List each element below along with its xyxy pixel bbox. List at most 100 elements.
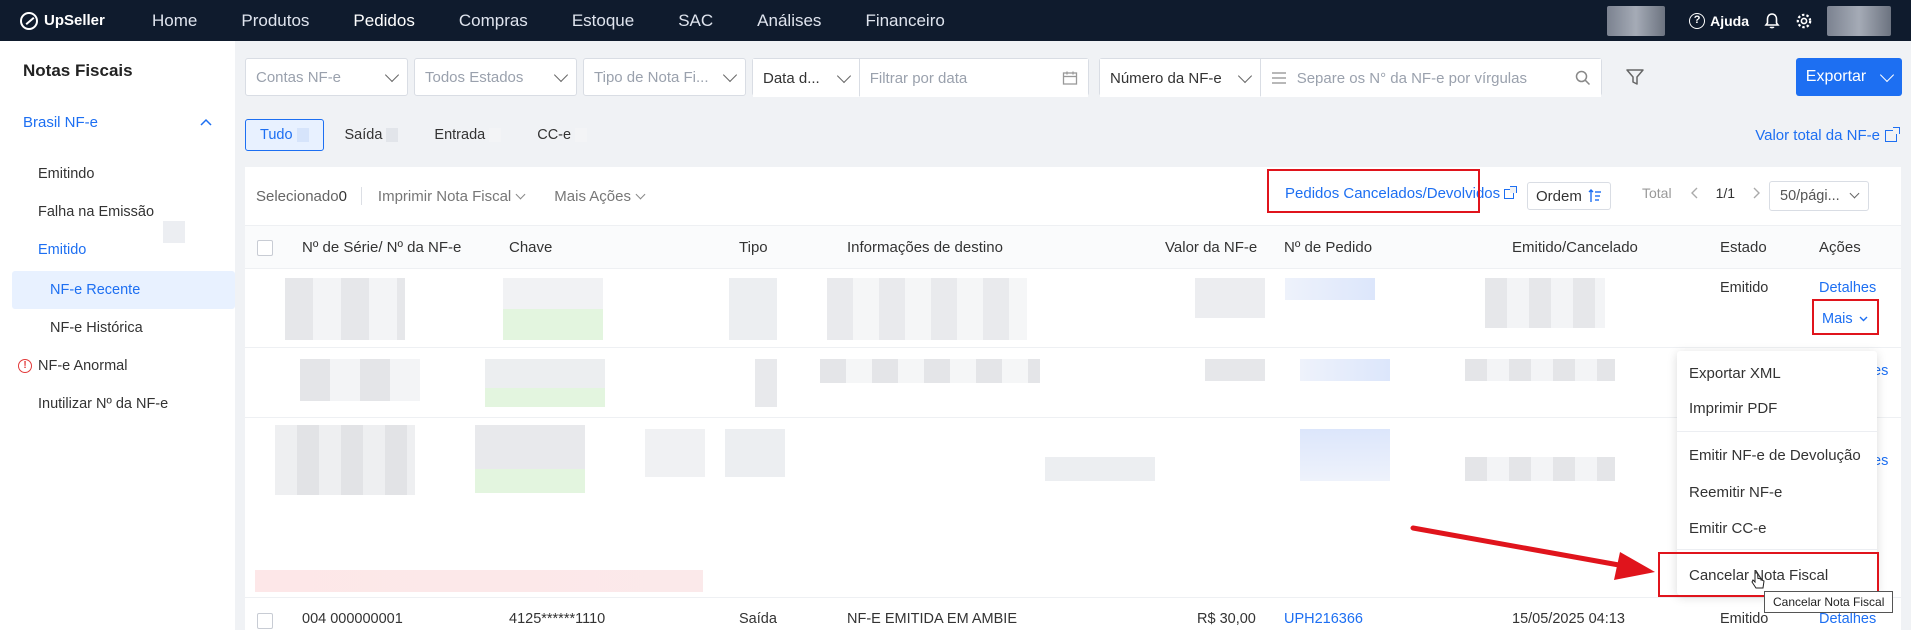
nav-sac[interactable]: SAC — [656, 0, 735, 41]
selected-count: 0 — [338, 187, 347, 205]
date-input[interactable]: Filtrar por data — [859, 59, 1088, 97]
blurred-link — [1300, 429, 1390, 481]
tipo-select[interactable]: Tipo de Nota Fi... — [583, 58, 746, 96]
number-type-select[interactable]: Número da NF-e — [1100, 59, 1260, 97]
blurred-cell — [729, 278, 777, 340]
estados-select[interactable]: Todos Estados — [414, 58, 577, 96]
nav-compras[interactable]: Compras — [437, 0, 550, 41]
blurred-cell — [725, 429, 785, 477]
external-link-icon — [1885, 126, 1900, 142]
highlight-box — [1267, 169, 1480, 213]
blurred-cell — [275, 425, 415, 495]
chevron-down-icon — [722, 67, 738, 82]
bell-icon[interactable] — [1763, 12, 1781, 30]
more-actions-label: Mais Ações — [554, 187, 631, 205]
nav-financeiro[interactable]: Financeiro — [843, 0, 966, 41]
blurred-cell — [645, 429, 705, 477]
sidebar-item-falha[interactable]: Falha na Emissão — [0, 193, 235, 231]
menu-item-reissue-nfe[interactable]: Reemitir NF-e — [1689, 484, 1782, 501]
chevron-up-icon — [200, 118, 212, 126]
row-estado: Emitido — [1720, 611, 1769, 627]
tab-saida[interactable]: Saída — [330, 119, 414, 151]
date-filter-group: Data d... Filtrar por data — [752, 58, 1089, 97]
blurred-cell — [1205, 359, 1265, 381]
total-value-link[interactable]: Valor total da NF-e — [1755, 126, 1900, 144]
col-emitido: Emitido/Cancelado — [1512, 239, 1638, 256]
chevron-down-icon — [515, 189, 526, 199]
sidebar-item-inutilizar[interactable]: Inutilizar Nº da NF-e — [0, 385, 235, 423]
chevron-right-icon[interactable] — [1753, 187, 1761, 199]
chevron-down-icon — [836, 68, 851, 83]
tipo-select-value: Tipo de Nota Fi... — [594, 68, 709, 86]
menu-divider — [1677, 549, 1877, 550]
tooltip: Cancelar Nota Fiscal — [1764, 591, 1894, 613]
blurred-count — [489, 128, 502, 142]
blurred-count — [296, 128, 309, 142]
nav-analises[interactable]: Análises — [735, 0, 843, 41]
blurred-cell — [503, 278, 603, 340]
sidebar-item-emitindo[interactable]: Emitindo — [0, 155, 235, 193]
row-tipo: Saída — [739, 611, 777, 627]
blurred-cell — [1045, 457, 1155, 481]
chevron-down-icon — [1880, 67, 1895, 82]
blurred-count — [575, 128, 588, 142]
sidebar-item-emitido[interactable]: Emitido — [0, 231, 235, 269]
nav-produtos[interactable]: Produtos — [219, 0, 331, 41]
tab-cce[interactable]: CC-e — [522, 119, 602, 151]
nav-estoque[interactable]: Estoque — [550, 0, 656, 41]
gear-icon[interactable] — [1795, 12, 1813, 30]
total-label: Total — [1642, 185, 1672, 201]
per-page-select[interactable]: 50/pági... — [1769, 181, 1869, 211]
sidebar-item-nfe-historica[interactable]: NF-e Histórica — [0, 309, 235, 347]
help-button[interactable]: ? Ajuda — [1689, 12, 1749, 29]
row1-details-link[interactable]: Detalhes — [1819, 280, 1876, 296]
top-navbar: UpSeller Home Produtos Pedidos Compras E… — [0, 0, 1911, 41]
contas-select-value: Contas NF-e — [256, 68, 342, 86]
sidebar-group-brasil-nfe[interactable]: Brasil NF-e — [0, 103, 235, 141]
main-nav: Home Produtos Pedidos Compras Estoque SA… — [130, 0, 967, 41]
row-pedido-link[interactable]: UPH216366 — [1284, 611, 1363, 627]
menu-item-emit-return-nfe[interactable]: Emitir NF-e de Devolução — [1689, 447, 1861, 464]
chevron-left-icon[interactable] — [1690, 187, 1698, 199]
sidebar-item-label: NF-e Anormal — [38, 358, 128, 374]
blurred-account-badge[interactable] — [1607, 5, 1666, 36]
highlight-box — [1812, 299, 1879, 335]
row-details-link[interactable]: Detalhes — [1819, 611, 1876, 627]
blurred-cell — [820, 359, 1040, 383]
menu-item-print-pdf[interactable]: Imprimir PDF — [1689, 400, 1777, 417]
nfe-number-search-input[interactable]: Separe os N° da NF-e por vírgulas — [1260, 59, 1602, 97]
row-valor: R$ 30,00 — [1197, 611, 1256, 627]
print-nf-menu[interactable]: Imprimir Nota Fiscal — [378, 188, 526, 205]
menu-item-emit-cce[interactable]: Emitir CC-e — [1689, 520, 1767, 537]
estados-select-value: Todos Estados — [425, 68, 524, 86]
brand-logo[interactable]: UpSeller — [0, 11, 130, 30]
contas-select[interactable]: Contas NF-e — [245, 58, 408, 96]
order-button[interactable]: Ordem — [1527, 182, 1611, 210]
tab-tudo[interactable]: Tudo — [245, 119, 324, 151]
number-type-value: Número da NF-e — [1110, 69, 1222, 87]
upseller-logo-icon — [20, 11, 38, 30]
filter-icon[interactable] — [1624, 66, 1646, 88]
per-page-value: 50/pági... — [1780, 188, 1840, 204]
row-serie: 004 000000001 — [302, 611, 403, 627]
date-type-select[interactable]: Data d... — [753, 59, 859, 97]
nav-home[interactable]: Home — [130, 0, 219, 41]
sort-icon — [1588, 189, 1601, 202]
select-all-checkbox[interactable] — [257, 240, 273, 256]
pagination: Total 1/1 — [1642, 185, 1761, 201]
total-value-label: Valor total da NF-e — [1755, 127, 1880, 144]
row-checkbox[interactable] — [257, 613, 273, 629]
row-divider — [245, 347, 1901, 348]
menu-item-export-xml[interactable]: Exportar XML — [1689, 365, 1781, 382]
nav-pedidos[interactable]: Pedidos — [331, 0, 436, 41]
chevron-down-icon — [384, 67, 400, 82]
export-button[interactable]: Exportar — [1796, 58, 1902, 96]
sidebar-item-nfe-anormal[interactable]: ! NF-e Anormal — [0, 347, 235, 385]
sidebar-group-label: Brasil NF-e — [23, 113, 99, 131]
more-actions-menu[interactable]: Mais Ações — [554, 187, 646, 205]
annotation-arrow — [1410, 525, 1655, 580]
blurred-user-avatar[interactable] — [1827, 5, 1891, 36]
sidebar-item-nfe-recente[interactable]: NF-e Recente — [12, 271, 235, 309]
tab-entrada[interactable]: Entrada — [419, 119, 516, 151]
search-icon[interactable] — [1575, 70, 1591, 86]
